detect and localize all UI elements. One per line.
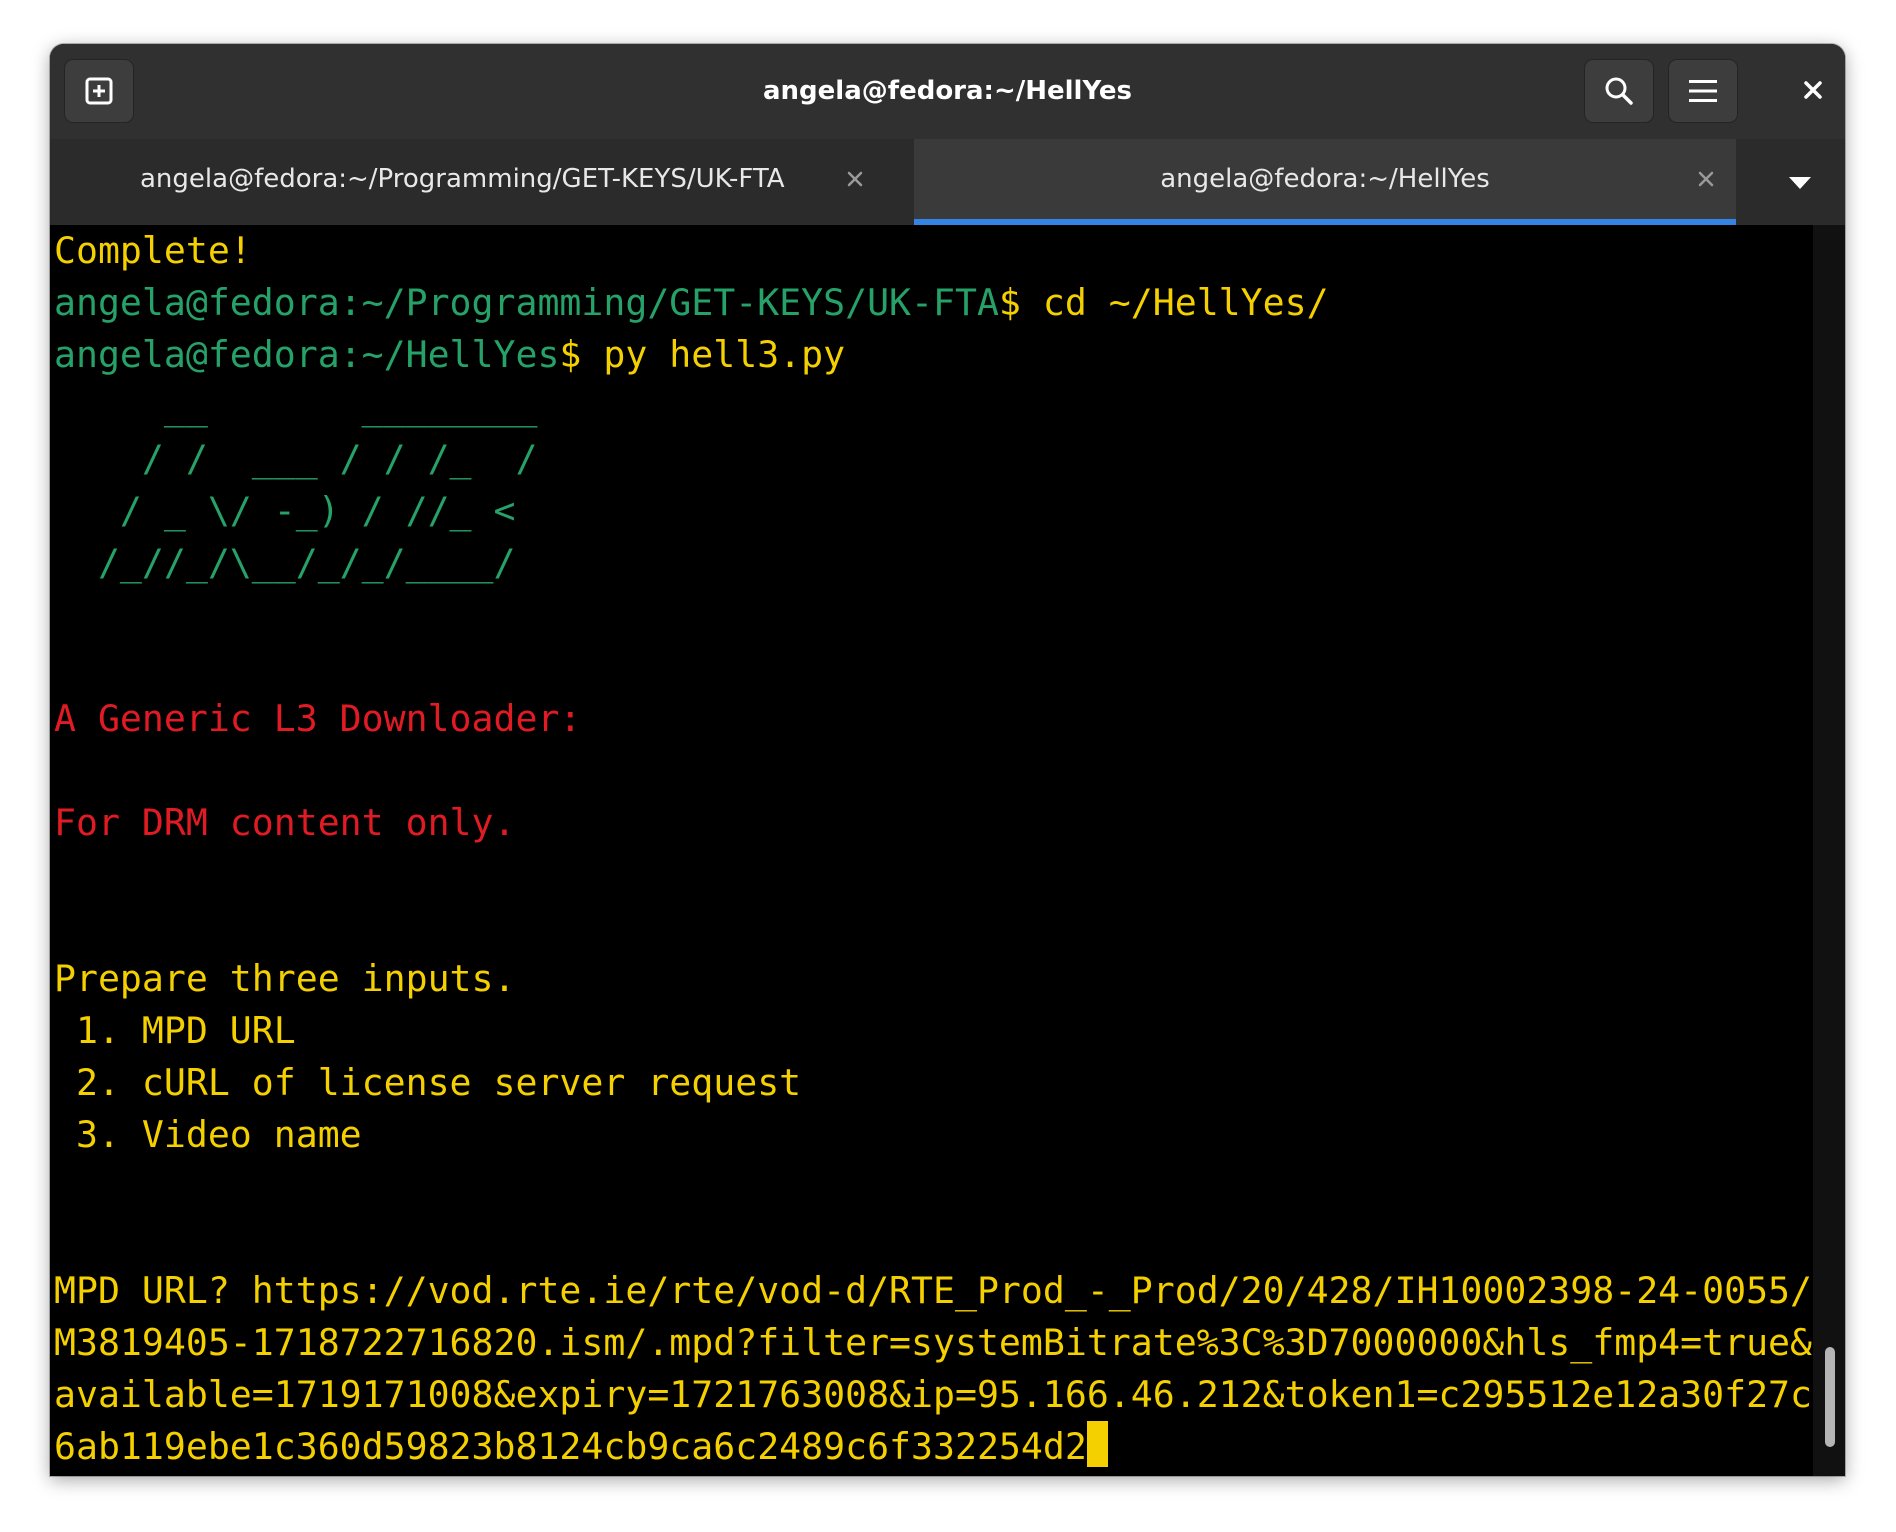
terminal-line-cd: angela@fedora:~/Programming/GET-KEYS/UK-… bbox=[54, 277, 1329, 329]
main-menu-button[interactable] bbox=[1668, 59, 1738, 123]
shell-command: $ py hell3.py bbox=[559, 333, 846, 376]
tab-label: angela@fedora:~/HellYes bbox=[1160, 164, 1490, 194]
scrollbar-thumb[interactable] bbox=[1825, 1347, 1835, 1447]
tab-close-button[interactable] bbox=[1691, 164, 1721, 194]
new-tab-button[interactable] bbox=[64, 59, 134, 123]
mpd-url-input-line-current[interactable]: 6ab119ebe1c360d59823b8124cb9ca6c2489c6f3… bbox=[54, 1421, 1108, 1473]
terminal-scrollbar[interactable] bbox=[1813, 225, 1845, 1476]
banner-drm-only: For DRM content only. bbox=[54, 801, 516, 844]
mpd-url-input-line: available=1719171008&expiry=1721763008&i… bbox=[54, 1373, 1812, 1416]
close-icon bbox=[1698, 171, 1714, 187]
hamburger-menu-icon bbox=[1689, 80, 1717, 102]
new-tab-icon bbox=[85, 77, 113, 105]
input-list-item: 3. Video name bbox=[54, 1113, 362, 1156]
tab-label: angela@fedora:~/Programming/GET-KEYS/UK-… bbox=[140, 164, 785, 194]
ascii-art-line: /_//_/\__/_/_/____/ bbox=[54, 541, 516, 584]
input-list-item: 1. MPD URL bbox=[54, 1009, 296, 1052]
close-icon bbox=[1804, 81, 1822, 99]
terminal-line-complete: Complete! bbox=[54, 229, 252, 272]
header-bar: angela@fedora:~/HellYes bbox=[50, 44, 1845, 140]
chevron-down-icon bbox=[1789, 177, 1811, 189]
banner-generic-downloader: A Generic L3 Downloader: bbox=[54, 697, 582, 740]
tab-bar: angela@fedora:~/Programming/GET-KEYS/UK-… bbox=[50, 139, 1845, 225]
mpd-url-prompt-line: MPD URL? https://vod.rte.ie/rte/vod-d/RT… bbox=[54, 1269, 1812, 1312]
mpd-url-input-line: M3819405-1718722716820.ism/.mpd?filter=s… bbox=[54, 1321, 1812, 1364]
text-cursor bbox=[1086, 1421, 1108, 1467]
shell-prompt: angela@fedora:~/Programming/GET-KEYS/UK-… bbox=[54, 281, 999, 324]
terminal-window: angela@fedora:~/HellYes angela@fedora:~/… bbox=[50, 44, 1845, 1476]
ascii-art-line: __ ________ bbox=[54, 385, 538, 428]
search-icon bbox=[1605, 77, 1633, 105]
terminal-output[interactable]: Complete! angela@fedora:~/Programming/GE… bbox=[50, 225, 1813, 1476]
mpd-url-input-text: 6ab119ebe1c360d59823b8124cb9ca6c2489c6f3… bbox=[54, 1425, 1087, 1468]
tab-list-dropdown-button[interactable] bbox=[1780, 163, 1820, 203]
close-icon bbox=[847, 171, 863, 187]
input-list-item: 2. cURL of license server request bbox=[54, 1061, 802, 1104]
shell-prompt: angela@fedora:~/HellYes bbox=[54, 333, 560, 376]
terminal-line-run: angela@fedora:~/HellYes$ py hell3.py bbox=[54, 329, 845, 381]
tab-uk-fta[interactable]: angela@fedora:~/Programming/GET-KEYS/UK-… bbox=[50, 139, 914, 225]
ascii-art-line: / _ \/ -_) / //_ < bbox=[54, 489, 516, 532]
prepare-inputs-heading: Prepare three inputs. bbox=[54, 957, 516, 1000]
ascii-art-line: / / ___ / / /_ / bbox=[54, 437, 538, 480]
shell-command: $ cd ~/HellYes/ bbox=[998, 281, 1329, 324]
tab-hellyes[interactable]: angela@fedora:~/HellYes bbox=[914, 139, 1736, 225]
tab-close-button[interactable] bbox=[840, 164, 870, 194]
search-button[interactable] bbox=[1584, 59, 1654, 123]
close-window-button[interactable] bbox=[1795, 72, 1831, 108]
window-title: angela@fedora:~/HellYes bbox=[763, 76, 1132, 106]
